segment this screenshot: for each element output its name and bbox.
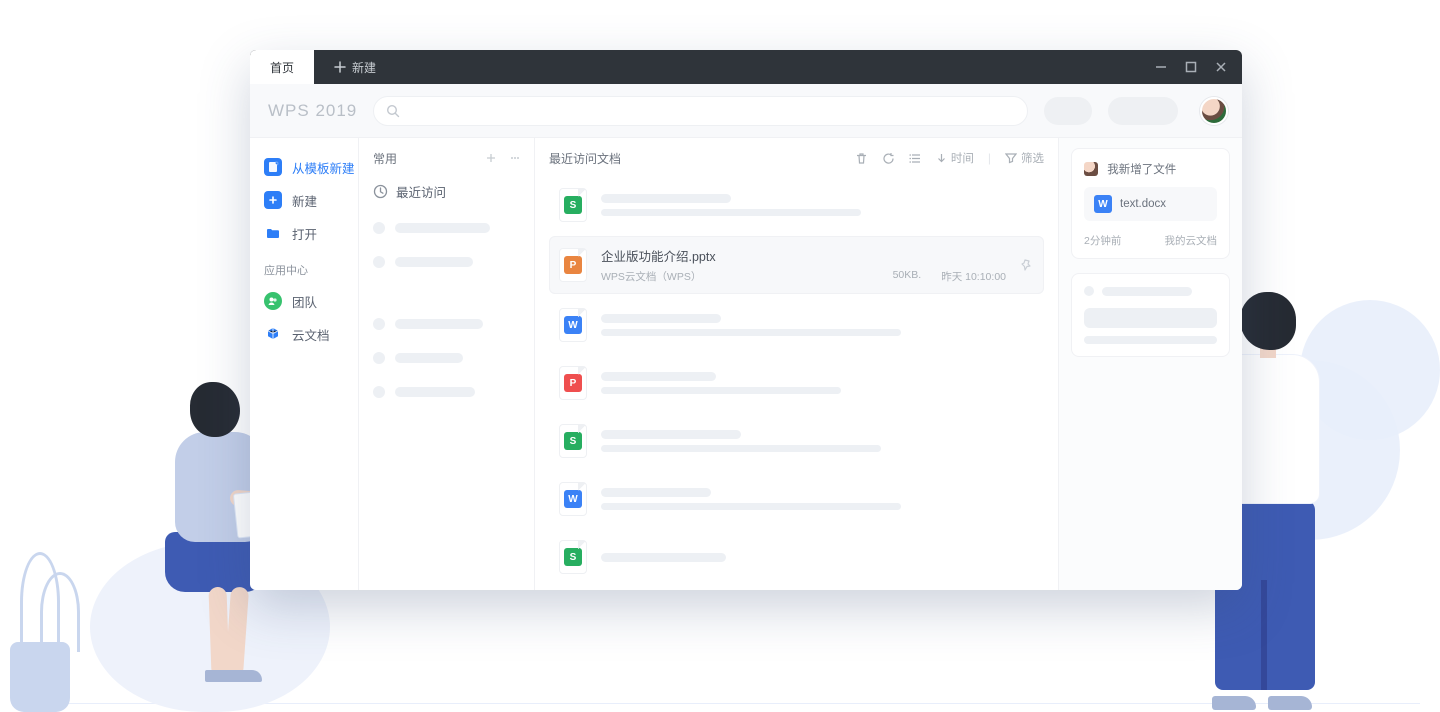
file-type-icon: P (559, 248, 587, 282)
sort-time-button[interactable]: 时间 (936, 150, 974, 166)
sidebar: 从模板新建 新建 打开 应用中心 (250, 138, 358, 590)
user-avatar[interactable] (1200, 97, 1228, 125)
notification-title: 我新增了文件 (1107, 164, 1176, 176)
file-type-icon: S (559, 540, 587, 574)
sidebar-item-open[interactable]: 打开 (264, 218, 358, 248)
app-window: 首页 新建 WPS 2019 (250, 50, 1242, 590)
list-view-icon[interactable] (909, 152, 922, 165)
plus-icon (334, 61, 346, 73)
file-time: 昨天 10:10:00 (941, 269, 1006, 284)
file-row-active[interactable]: P 企业版功能介绍.pptx WPS云文档（WPS） 50KB. 昨天 10:1… (549, 236, 1044, 294)
folder-icon (264, 224, 282, 242)
delete-icon[interactable] (855, 152, 868, 165)
notification-card-placeholder (1071, 273, 1230, 357)
plus-square-icon (264, 191, 282, 209)
file-type-icon: W (559, 482, 587, 516)
file-type-icon: W (559, 308, 587, 342)
filter-button[interactable]: 筛选 (1005, 150, 1044, 166)
list-item[interactable] (373, 245, 520, 279)
stage: 首页 新建 WPS 2019 (0, 0, 1440, 712)
notification-card[interactable]: 我新增了文件 W text.docx 2分钟前 我的云文档 (1071, 148, 1230, 259)
file-type-icon: S (559, 424, 587, 458)
refresh-icon[interactable] (882, 152, 895, 165)
cloud-cube-icon (264, 325, 282, 343)
file-name: 企业版功能介绍.pptx (601, 246, 1006, 265)
recent-skeleton-list (359, 211, 534, 409)
notification-location: 我的云文档 (1165, 233, 1218, 248)
window-body: 从模板新建 新建 打开 应用中心 (250, 138, 1242, 590)
file-type-icon: P (559, 366, 587, 400)
close-button[interactable] (1214, 60, 1228, 74)
file-row[interactable]: P (549, 356, 1044, 410)
more-icon[interactable] (510, 153, 520, 163)
file-list: S P 企业版功能介绍.pptx WPS云文档（WPS） 50KB. (535, 178, 1058, 588)
sidebar-item-label: 从模板新建 (292, 158, 355, 177)
notification-file[interactable]: W text.docx (1084, 187, 1217, 221)
minimize-button[interactable] (1154, 60, 1168, 74)
add-icon[interactable] (486, 153, 496, 163)
notification-title-row: 我新增了文件 (1084, 161, 1217, 177)
search-icon (386, 104, 400, 118)
file-type-icon: S (559, 188, 587, 222)
notifications-column: 我新增了文件 W text.docx 2分钟前 我的云文档 (1058, 138, 1242, 590)
recent-column-header: 常用 (359, 138, 534, 178)
toolbar-user-pill[interactable] (1108, 97, 1178, 125)
tab-home[interactable]: 首页 (250, 50, 314, 84)
file-size: 50KB. (893, 269, 922, 284)
files-header-label: 最近访问文档 (549, 150, 621, 167)
brand-label: WPS 2019 (268, 101, 357, 121)
sidebar-item-label: 云文档 (292, 325, 330, 344)
sidebar-item-team[interactable]: 团队 (264, 286, 358, 316)
file-row[interactable]: S (549, 530, 1044, 584)
recent-access-label: 最近访问 (396, 182, 446, 201)
notification-footer: 2分钟前 我的云文档 (1084, 233, 1217, 248)
filter-label: 筛选 (1021, 150, 1044, 166)
list-item[interactable] (373, 211, 520, 245)
recent-header-label: 常用 (373, 150, 397, 167)
file-source: WPS云文档（WPS） (601, 269, 701, 284)
recent-column: 常用 最近访问 (358, 138, 534, 590)
file-row[interactable]: W (549, 298, 1044, 352)
plant-illustration (10, 642, 70, 712)
template-icon (264, 158, 282, 176)
word-doc-icon: W (1094, 195, 1112, 213)
pin-icon[interactable] (1020, 258, 1034, 272)
titlebar: 首页 新建 (250, 50, 1242, 84)
recent-access-heading: 最近访问 (359, 178, 534, 211)
list-item[interactable] (373, 375, 520, 409)
window-controls (1140, 50, 1242, 84)
sidebar-item-label: 打开 (292, 224, 317, 243)
file-row[interactable]: W (549, 472, 1044, 526)
tab-new-label: 新建 (352, 59, 376, 76)
clock-icon (373, 184, 388, 199)
sidebar-item-label: 团队 (292, 292, 317, 311)
notification-file-name: text.docx (1120, 198, 1166, 210)
file-row[interactable]: S (549, 414, 1044, 468)
list-item[interactable] (373, 307, 520, 341)
search-input[interactable] (373, 96, 1028, 126)
tab-new[interactable]: 新建 (314, 50, 396, 84)
sort-time-label: 时间 (951, 150, 974, 166)
files-column-header: 最近访问文档 时间 | 筛选 (535, 138, 1058, 178)
tab-home-label: 首页 (270, 59, 294, 76)
sidebar-item-new-from-template[interactable]: 从模板新建 (264, 152, 358, 182)
sidebar-item-cloud-docs[interactable]: 云文档 (264, 319, 358, 349)
files-column: 最近访问文档 时间 | 筛选 (534, 138, 1058, 590)
maximize-button[interactable] (1184, 60, 1198, 74)
window-tabs: 首页 新建 (250, 50, 396, 84)
list-item[interactable] (373, 341, 520, 375)
toolbar-action-pill[interactable] (1044, 97, 1092, 125)
sidebar-heading-app-center: 应用中心 (264, 262, 358, 278)
sidebar-item-new[interactable]: 新建 (264, 185, 358, 215)
toolbar: WPS 2019 (250, 84, 1242, 138)
notification-time: 2分钟前 (1084, 233, 1121, 248)
sidebar-item-label: 新建 (292, 191, 317, 210)
team-icon (264, 292, 282, 310)
file-row[interactable]: S (549, 178, 1044, 232)
notification-avatar (1084, 162, 1098, 176)
